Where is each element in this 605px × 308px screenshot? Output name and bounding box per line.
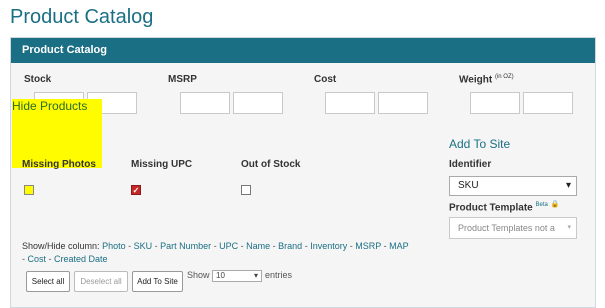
select-all-button[interactable]: Select all <box>26 271 70 292</box>
column-toggle-upc[interactable]: UPC <box>219 241 238 251</box>
cost-min-input[interactable] <box>325 92 375 114</box>
stock-label: Stock <box>24 74 52 85</box>
chevron-down-icon: ▾ <box>565 180 571 191</box>
column-toggle-cost[interactable]: Cost <box>28 254 47 264</box>
entries-value: 10 <box>216 271 225 280</box>
showhide-label: Show/Hide column: <box>22 241 100 251</box>
weight-label: Weight (in OZ) <box>459 74 514 85</box>
showhide-columns: Show/Hide column: Photo - SKU - Part Num… <box>22 241 409 264</box>
cost-max-input[interactable] <box>378 92 428 114</box>
column-toggle-sku[interactable]: SKU <box>134 241 153 251</box>
missing-upc-checkbox[interactable]: ✓ <box>131 185 141 195</box>
column-toggle-photo[interactable]: Photo <box>102 241 126 251</box>
weight-unit: (in OZ) <box>494 74 514 80</box>
msrp-min-input[interactable] <box>180 92 230 114</box>
missing-upc-label: Missing UPC <box>131 159 193 170</box>
beta-badge: Beta <box>535 202 548 208</box>
product-template-placeholder: Product Templates not a <box>458 223 555 233</box>
msrp-max-input[interactable] <box>233 92 283 114</box>
product-template-select[interactable]: Product Templates not a ▾ <box>449 217 577 239</box>
column-toggle-part-number[interactable]: Part Number <box>160 241 211 251</box>
column-toggle-name[interactable]: Name <box>246 241 270 251</box>
chevron-down-icon: ▾ <box>253 271 258 280</box>
product-template-label: Product Template Beta 🔒 <box>449 200 559 213</box>
column-toggle-created-date[interactable]: Created Date <box>54 254 108 264</box>
page-title: Product Catalog <box>10 6 154 28</box>
msrp-label: MSRP <box>168 74 197 85</box>
deselect-all-button[interactable]: Deselect all <box>74 271 128 292</box>
identifier-label: Identifier <box>449 159 492 170</box>
missing-photos-checkbox[interactable] <box>24 185 34 195</box>
product-template-text: Product Template <box>449 202 533 214</box>
add-to-site-button[interactable]: Add To Site <box>132 271 183 292</box>
entries-label: entries <box>265 270 293 280</box>
cost-label: Cost <box>314 74 337 85</box>
show-label: Show <box>187 270 210 280</box>
out-of-stock-label: Out of Stock <box>241 159 301 170</box>
out-of-stock-checkbox[interactable] <box>241 185 251 195</box>
entries-select[interactable]: 10 ▾ <box>212 270 262 282</box>
add-to-site-title: Add To Site <box>449 137 511 151</box>
identifier-value: SKU <box>458 180 479 191</box>
column-toggle-inventory[interactable]: Inventory <box>310 241 347 251</box>
weight-max-input[interactable] <box>523 92 573 114</box>
column-toggle-brand[interactable]: Brand <box>278 241 302 251</box>
lock-icon: 🔒 <box>550 201 560 208</box>
weight-label-text: Weight <box>459 74 493 86</box>
chevron-down-icon: ▾ <box>567 224 571 231</box>
column-toggle-map[interactable]: MAP <box>389 241 409 251</box>
column-toggle-msrp[interactable]: MSRP <box>355 241 381 251</box>
hide-products-title: Hide Products <box>12 99 88 113</box>
panel-header: Product Catalog <box>11 38 595 63</box>
weight-min-input[interactable] <box>470 92 520 114</box>
identifier-select[interactable]: SKU ▾ <box>449 176 577 196</box>
missing-photos-label: Missing Photos <box>22 159 96 170</box>
